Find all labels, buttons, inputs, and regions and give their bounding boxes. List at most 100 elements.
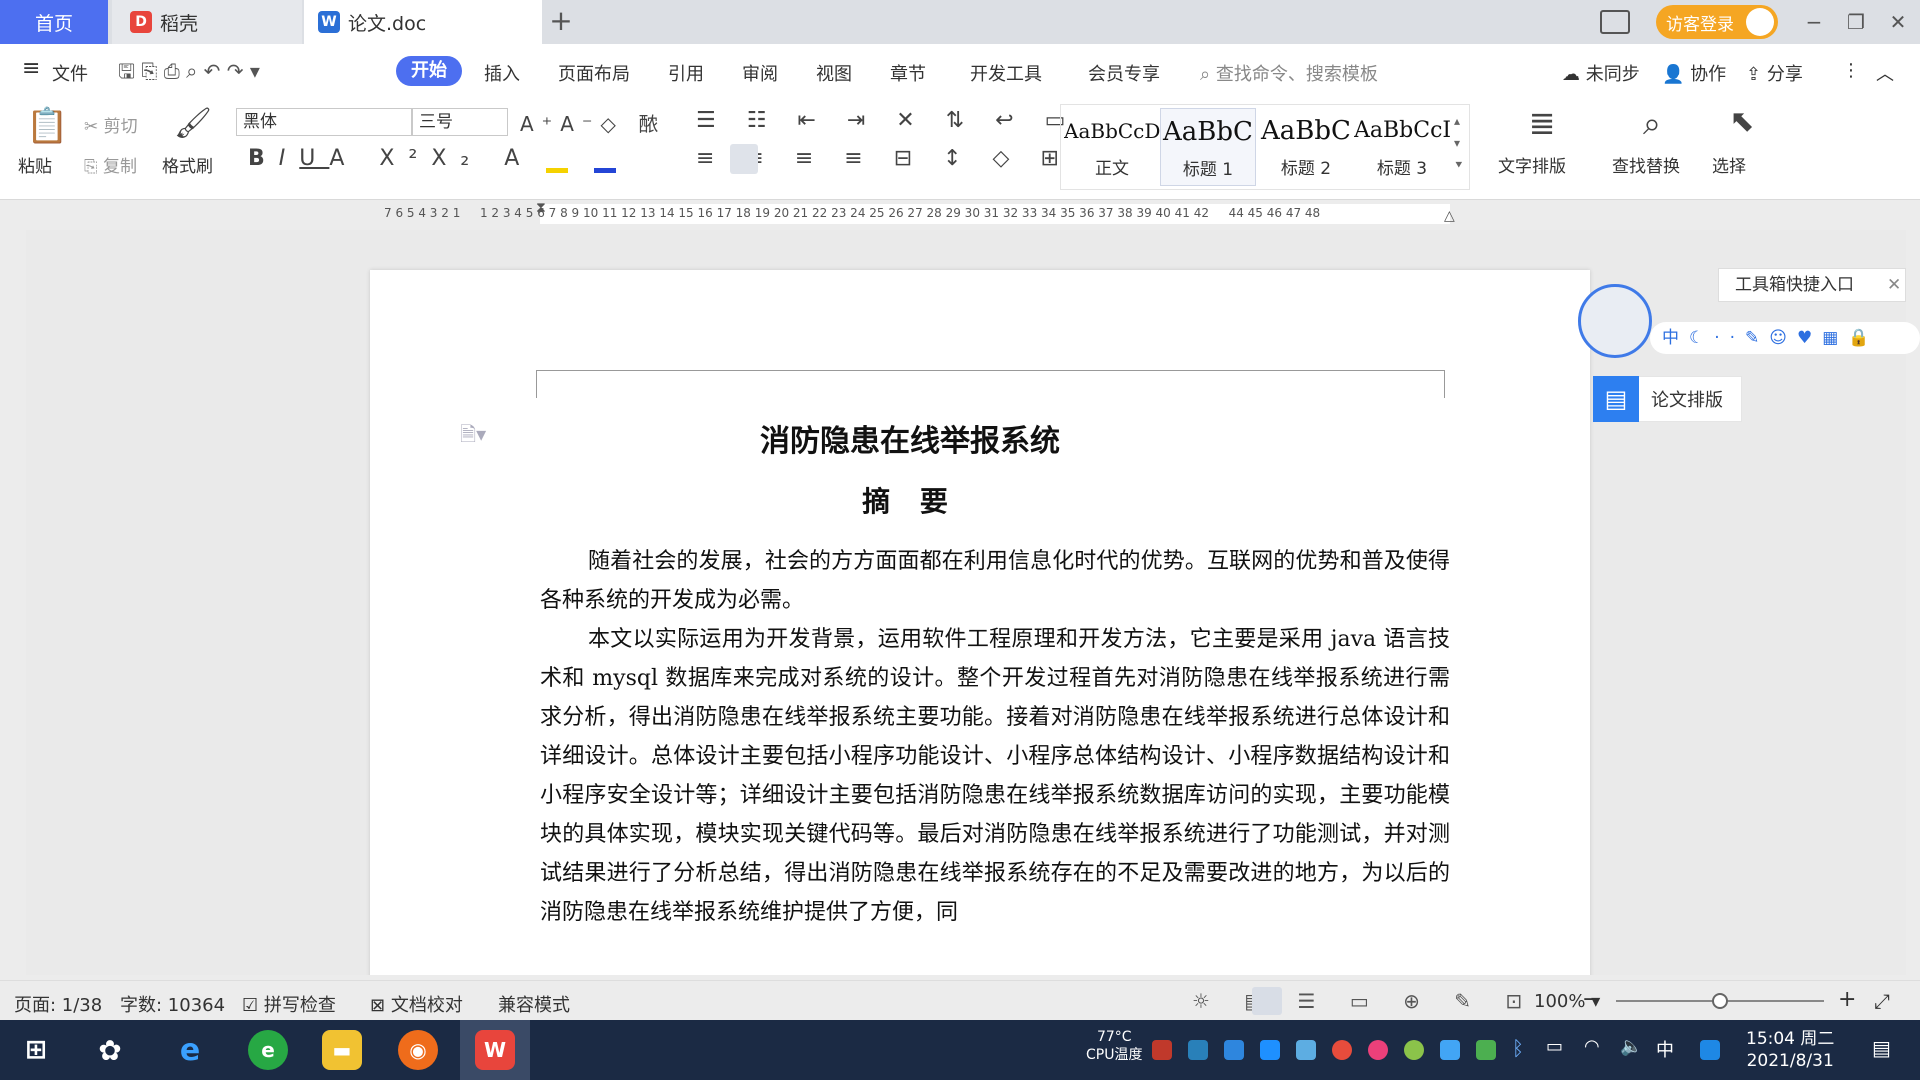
avatar-icon	[1746, 8, 1774, 36]
document-title: 消防隐患在线举报系统	[760, 424, 1060, 459]
assistant-avatar[interactable]	[1578, 284, 1652, 358]
right-indent-marker-icon[interactable]: △	[1444, 208, 1455, 224]
volume-icon[interactable]: 🔈	[1620, 1036, 1642, 1057]
collaborate-button[interactable]: 👤 协作	[1662, 60, 1726, 86]
cpu-temp-widget[interactable]: 77°C CPU温度	[1086, 1028, 1142, 1064]
notification-icon[interactable]: ▤	[1872, 1036, 1891, 1060]
cursor-icon[interactable]: ⬉	[1724, 104, 1760, 139]
quick-access-toolbar[interactable]: 🖫 ⎘ ⎙ ⌕ ↶ ↷ ▾	[118, 57, 260, 91]
minimize-button[interactable]: −	[1800, 8, 1828, 36]
paragraph-tools-row1[interactable]: ☰ ☷ ⇤ ⇥ ✕ ⇅ ↩ ▭	[696, 108, 1077, 133]
style-heading-3[interactable]: AaBbCcI 标题 3	[1354, 108, 1450, 186]
style-heading-2[interactable]: AaBbC 标题 2	[1258, 108, 1354, 186]
tray-app-8-icon[interactable]	[1440, 1040, 1460, 1060]
format-painter-button[interactable]: 格式刷	[162, 152, 213, 177]
tray-app-6-icon[interactable]	[1368, 1040, 1388, 1060]
nvidia-icon[interactable]	[1476, 1040, 1496, 1060]
game-app-icon[interactable]: ◉	[398, 1030, 438, 1070]
paste-button[interactable]: 粘贴	[18, 152, 52, 177]
pinwheel-app-icon[interactable]: ✿	[90, 1030, 130, 1070]
document-page[interactable]: 🗎▾ 消防隐患在线举报系统 摘 要 随着社会的发展，社会的方方面面都在利用信息化…	[370, 270, 1590, 975]
find-replace-button[interactable]: 查找替换	[1612, 152, 1680, 177]
menu-start[interactable]: 开始	[396, 56, 462, 86]
zoom-out-button[interactable]: −	[1582, 987, 1600, 1012]
restore-button[interactable]: ❐	[1842, 8, 1870, 36]
close-button[interactable]: ✕	[1884, 8, 1912, 36]
page-count[interactable]: 页面: 1/38	[14, 991, 102, 1017]
toolbox-entry[interactable]: 工具箱快捷入口 ✕	[1718, 268, 1906, 302]
share-button[interactable]: ⇪ 分享	[1746, 60, 1803, 86]
tab-document[interactable]: W 论文.doc	[304, 0, 542, 44]
highlight-color-swatch	[546, 168, 568, 173]
copy-button[interactable]: ⎘ 复制	[84, 152, 137, 177]
tray-app-3-icon[interactable]	[1224, 1040, 1244, 1060]
menu-view[interactable]: 视图	[816, 60, 852, 86]
sync-status[interactable]: ☁ 未同步	[1562, 60, 1640, 86]
font-size-select[interactable]: 三号	[412, 108, 508, 136]
cut-button[interactable]: ✂ 剪切	[84, 112, 138, 137]
green-browser-icon[interactable]: e	[248, 1030, 288, 1070]
clock[interactable]: 15:04 周二 2021/8/31	[1746, 1028, 1834, 1072]
text-layout-button[interactable]: 文字排版	[1498, 152, 1566, 177]
select-button[interactable]: 选择	[1712, 152, 1746, 177]
hamburger-icon[interactable]: ≡	[22, 56, 40, 81]
menu-file[interactable]: 文件	[52, 60, 88, 86]
font-tools-row1[interactable]: A⁺A⁻◇ 䙶	[520, 108, 666, 137]
wps-taskbar-button[interactable]: W	[460, 1020, 530, 1080]
windows-start-icon[interactable]: ⊞	[16, 1030, 56, 1070]
battery-icon[interactable]: ▭	[1546, 1036, 1563, 1057]
menu-member[interactable]: 会员专享	[1088, 60, 1160, 86]
menu-chapter[interactable]: 章节	[890, 60, 926, 86]
menu-page-layout[interactable]: 页面布局	[558, 60, 630, 86]
font-format-row[interactable]: BIUA X²X₂ A	[248, 146, 533, 171]
proofread-button[interactable]: ⊠ 文档校对	[370, 991, 463, 1017]
spell-check-button[interactable]: ☑ 拼写检查	[242, 991, 336, 1017]
ie-browser-icon[interactable]: e	[170, 1030, 210, 1070]
command-search[interactable]: ⌕ 查找命令、搜索模板	[1200, 60, 1378, 86]
style-heading-3-sample: AaBbCcI	[1354, 118, 1450, 143]
layout-toggle-icon[interactable]	[1600, 10, 1630, 34]
taskbar: ⊞ ✿ e e ▬ ◉ W 77°C CPU温度 ᛒ ▭ ◠ 🔈 中 15:04…	[0, 1020, 1920, 1080]
view-mode-icons[interactable]: ☼ ▤ ☰ ▭ ⊕ ✎ ⊡	[1192, 989, 1536, 1013]
menu-review[interactable]: 审阅	[742, 60, 778, 86]
zoom-in-button[interactable]: +	[1838, 987, 1856, 1012]
tab-home[interactable]: 首页	[0, 0, 108, 44]
wifi-icon[interactable]: ◠	[1584, 1036, 1600, 1057]
tray-app-7-icon[interactable]	[1404, 1040, 1424, 1060]
text-layout-icon[interactable]: ≣	[1524, 104, 1560, 142]
tray-app-1-icon[interactable]	[1152, 1040, 1172, 1060]
style-normal[interactable]: AaBbCcDd 正文	[1064, 108, 1160, 186]
collapse-ribbon-icon[interactable]: ︿	[1876, 60, 1894, 86]
toolbox-close-icon[interactable]: ✕	[1887, 269, 1901, 301]
shield-icon[interactable]	[1296, 1040, 1316, 1060]
indent-marker-icon[interactable]: ⧗	[536, 200, 546, 216]
word-count[interactable]: 字数: 10364	[120, 991, 225, 1017]
menu-developer[interactable]: 开发工具	[970, 60, 1042, 86]
zoom-label: 100%	[1534, 991, 1586, 1012]
menu-insert[interactable]: 插入	[484, 60, 520, 86]
style-heading-1[interactable]: AaBbC 标题 1	[1160, 108, 1256, 186]
tab-daoke-label: 稻壳	[160, 12, 199, 35]
bluetooth-icon[interactable]: ᛒ	[1512, 1036, 1524, 1060]
toolbox-quick-icons[interactable]: 中☾··✎☺♥▦🔒	[1650, 322, 1920, 354]
ime-indicator[interactable]: 中	[1656, 1036, 1674, 1062]
menu-references[interactable]: 引用	[668, 60, 704, 86]
style-gallery-scroll[interactable]: ▴ ▾ ⯆	[1454, 110, 1464, 176]
zoom-slider-thumb[interactable]	[1712, 993, 1728, 1009]
magnifier-icon[interactable]: ⌕	[1634, 104, 1670, 143]
tray-app-2-icon[interactable]	[1188, 1040, 1208, 1060]
qq-icon[interactable]	[1700, 1040, 1720, 1060]
tray-app-4-icon[interactable]	[1260, 1040, 1280, 1060]
font-name-select[interactable]: 黑体	[236, 108, 412, 136]
paste-icon[interactable]: 📋	[26, 106, 68, 146]
format-painter-icon[interactable]: 🖌	[174, 106, 212, 141]
more-icon[interactable]: ⋮	[1842, 60, 1860, 81]
guest-login-button[interactable]: 访客登录	[1656, 5, 1778, 39]
document-body[interactable]: 随着社会的发展，社会的方方面面都在利用信息化时代的优势。互联网的优势和普及使得各…	[540, 542, 1450, 932]
tab-daoke[interactable]: D 稻壳	[112, 0, 302, 44]
paper-layout-button[interactable]: ▤ 论文排版	[1592, 376, 1742, 422]
fullscreen-icon[interactable]: ⤢	[1874, 989, 1890, 1013]
file-explorer-icon[interactable]: ▬	[322, 1030, 362, 1070]
tray-app-5-icon[interactable]	[1332, 1040, 1352, 1060]
new-tab-button[interactable]: +	[546, 6, 576, 36]
